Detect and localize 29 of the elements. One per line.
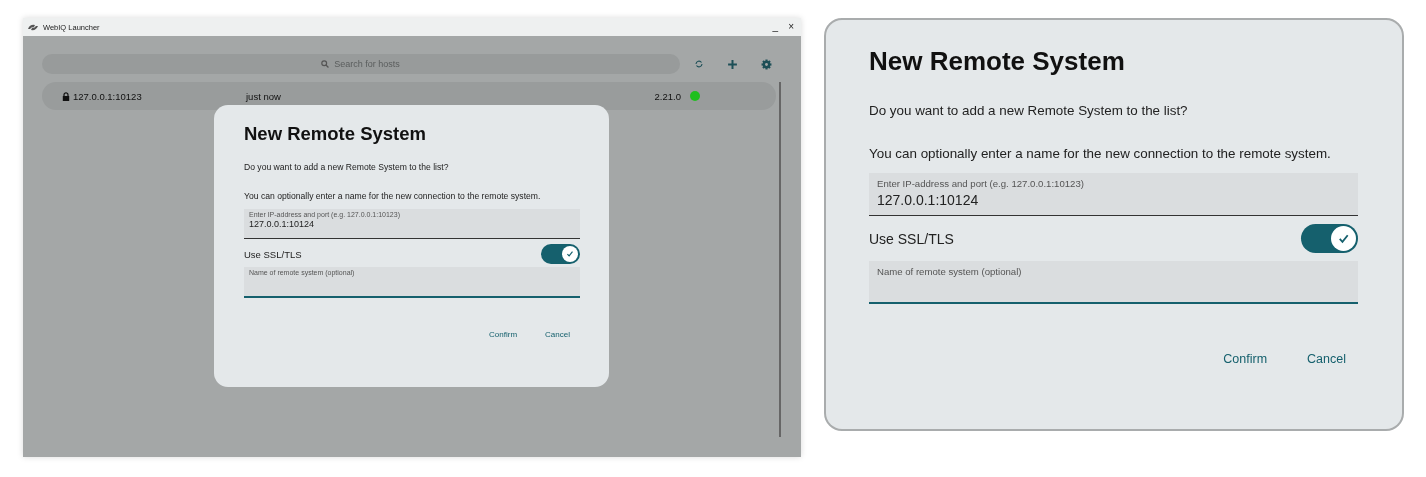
name-field[interactable]: Name of remote system (optional) xyxy=(869,261,1358,304)
ssl-toggle[interactable] xyxy=(1301,224,1358,253)
ssl-label: Use SSL/TLS xyxy=(869,230,954,247)
minimize-button[interactable]: _ xyxy=(769,21,782,33)
ssl-label: Use SSL/TLS xyxy=(244,248,302,260)
close-button[interactable]: × xyxy=(785,21,797,33)
dialog-button[interactable]: Cancel xyxy=(541,328,574,341)
scrollbar[interactable] xyxy=(779,82,781,437)
dialog-button[interactable]: Confirm xyxy=(1219,350,1272,368)
search-icon xyxy=(321,60,329,68)
dialog-title: New Remote System xyxy=(869,46,1126,77)
dialog-button[interactable]: Confirm xyxy=(485,328,522,341)
dialog-button[interactable]: Cancel xyxy=(1303,350,1350,368)
check-icon xyxy=(565,249,575,259)
host-last-seen: just now xyxy=(246,90,281,102)
settings-icon[interactable] xyxy=(761,58,772,70)
add-icon[interactable] xyxy=(727,58,738,70)
dialog-title: New Remote System xyxy=(244,123,427,145)
host-row[interactable]: 127.0.0.1:10123 just now 2.21.0 xyxy=(42,82,776,110)
host-address: 127.0.0.1:10123 xyxy=(73,90,142,102)
refresh-icon[interactable] xyxy=(694,59,704,69)
host-version: 2.21.0 xyxy=(654,90,681,102)
dialog-hint: You can optionally enter a name for the new connection to the remote system. xyxy=(244,191,542,201)
dialog-question: Do you want to add a new Remote System to the list? xyxy=(869,103,1189,118)
app-logo-icon xyxy=(27,22,39,32)
dialog-question: Do you want to add a new Remote System to the list? xyxy=(244,162,450,172)
ip-address-field[interactable]: Enter IP-address and port (e.g. 127.0.0.1:10123) 127.0.0.1:10124 xyxy=(869,173,1358,216)
ssl-toggle[interactable] xyxy=(541,244,580,264)
dialog-hint: You can optionally enter a name for the new connection to the remote system. xyxy=(869,146,1332,161)
